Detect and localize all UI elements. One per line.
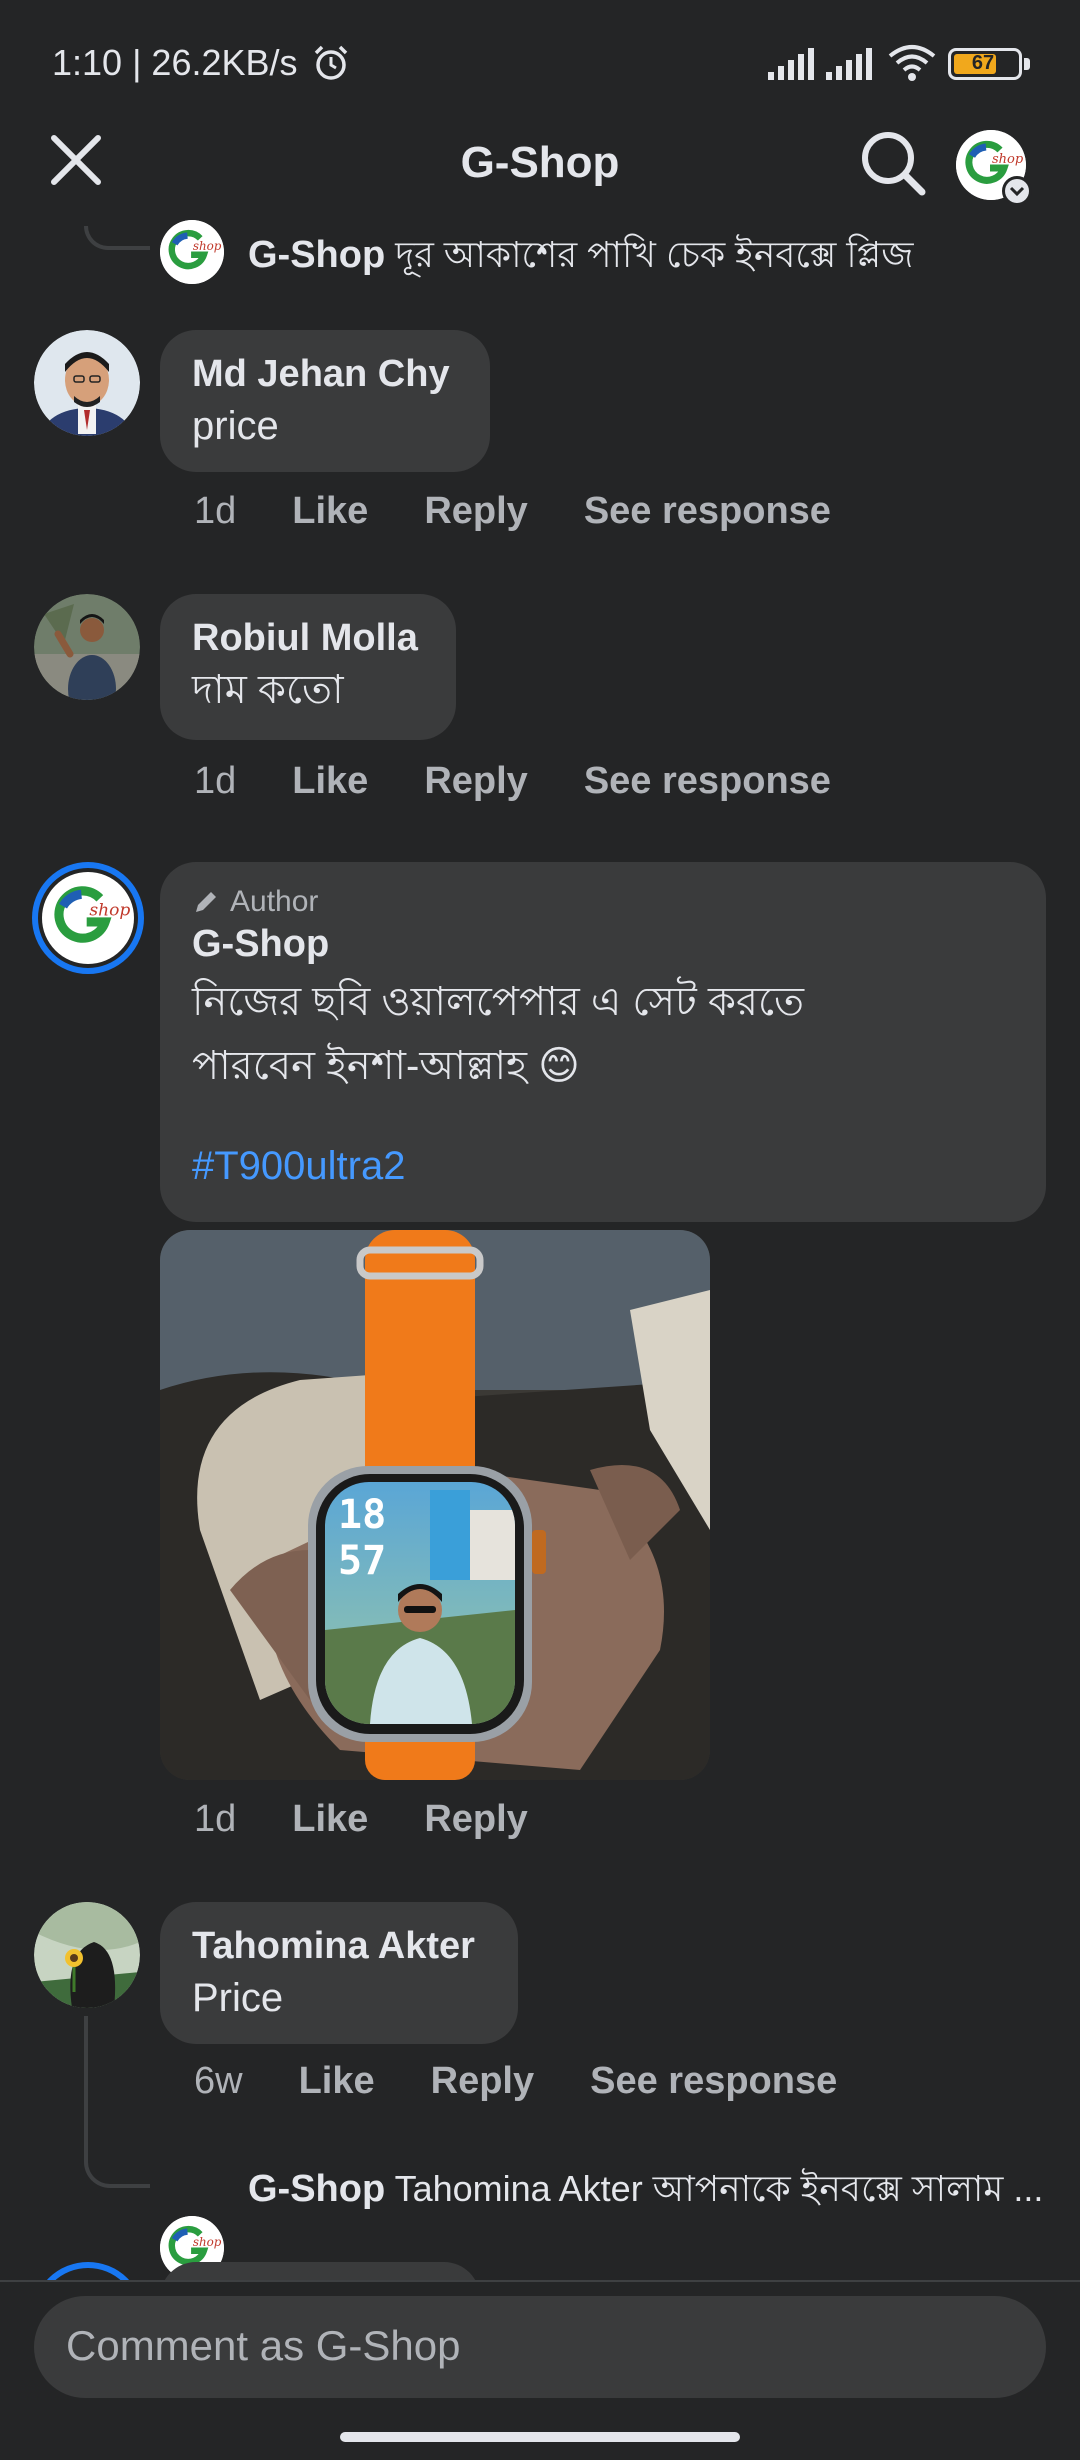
search-icon[interactable]	[858, 128, 928, 198]
comment-author[interactable]: Md Jehan Chy	[192, 350, 458, 398]
like-button[interactable]: Like	[292, 760, 368, 803]
reply-connector	[84, 226, 150, 250]
like-button[interactable]: Like	[292, 1798, 368, 1841]
reply-preview[interactable]: G-Shop দূর আকাশের পাখি চেক ইনবক্সে প্লিজ	[248, 228, 913, 288]
comment-time: 6w	[194, 2060, 243, 2102]
comment-bubble[interactable]: Author G-Shop নিজের ছবি ওয়ালপেপার এ সেট…	[160, 862, 1046, 1222]
signal-icon	[826, 48, 872, 80]
reply-button[interactable]: Reply	[424, 490, 527, 533]
author-avatar[interactable]: shop	[32, 862, 144, 974]
like-button[interactable]: Like	[299, 2060, 375, 2103]
profile-switcher[interactable]: shop	[956, 130, 1032, 206]
comment-author[interactable]: G-Shop	[192, 920, 1014, 968]
battery-nub	[1024, 58, 1030, 70]
comment-bubble[interactable]: Md Jehan Chy price	[160, 330, 490, 472]
watch-time-hours: 18	[338, 1492, 386, 1538]
chevron-down-icon	[1002, 176, 1032, 206]
hashtag-link[interactable]: #T900ultra2	[192, 1138, 1014, 1194]
svg-text:shop: shop	[193, 2235, 222, 2249]
status-time: 1:10 | 26.2KB/s	[52, 42, 298, 83]
gshop-logo-icon: shop	[42, 872, 134, 964]
see-response-button[interactable]: See response	[584, 490, 831, 533]
comment-text: Price	[192, 1976, 284, 2020]
battery-indicator: 67	[948, 48, 1022, 80]
avatar[interactable]	[34, 330, 140, 436]
avatar[interactable]	[34, 1902, 140, 2008]
wifi-icon	[888, 45, 936, 81]
like-button[interactable]: Like	[292, 490, 368, 533]
battery-level: 67	[971, 52, 995, 74]
comment-text-line: পারবেন ইনশা-আল্লাহ 😊	[192, 1044, 580, 1088]
comment-actions: 1d Like Reply See response	[194, 490, 887, 533]
reply-author: G-Shop	[248, 2168, 386, 2210]
comment-time: 1d	[194, 1798, 237, 1840]
comment-photo[interactable]: 18 57	[160, 1230, 710, 1780]
signal-icon	[768, 48, 814, 80]
comment-actions: 1d Like Reply See response	[194, 760, 887, 803]
reply-connector	[84, 2016, 150, 2188]
home-indicator[interactable]	[340, 2432, 740, 2442]
svg-text:shop: shop	[992, 152, 1024, 167]
comment-text: দাম কতো	[192, 668, 344, 712]
comment-actions: 6w Like Reply See response	[194, 2060, 893, 2103]
comment-bubble[interactable]: Robiul Molla দাম কতো	[160, 594, 456, 740]
svg-text:shop: shop	[89, 900, 130, 920]
comment-time: 1d	[194, 760, 237, 802]
comment-bubble[interactable]: Tahomina Akter Price	[160, 1902, 518, 2044]
see-response-button[interactable]: See response	[584, 760, 831, 803]
avatar[interactable]	[34, 594, 140, 700]
watch-time-minutes: 57	[338, 1538, 386, 1584]
author-badge: Author	[192, 884, 1014, 920]
comment-text: price	[192, 404, 279, 448]
author-badge-label: Author	[230, 885, 319, 918]
comment-author[interactable]: Tahomina Akter	[192, 1922, 486, 1970]
comment-text-line: নিজের ছবি ওয়ালপেপার এ সেট করতে	[192, 980, 805, 1024]
comment-input-placeholder: Comment as G-Shop	[66, 2322, 461, 2369]
comment-author[interactable]: Robiul Molla	[192, 614, 424, 662]
reply-preview[interactable]: G-Shop Tahomina Akter আপনাকে ইনবক্সে সাল…	[248, 2162, 1048, 2222]
reply-button[interactable]: Reply	[424, 1798, 527, 1841]
svg-text:shop: shop	[193, 239, 222, 253]
reply-author: G-Shop	[248, 234, 386, 276]
reply-button[interactable]: Reply	[424, 760, 527, 803]
comment-time: 1d	[194, 490, 237, 532]
reply-text: দূর আকাশের পাখি চেক ইনবক্সে প্লিজ	[395, 234, 914, 275]
alarm-icon	[314, 45, 348, 80]
see-response-button[interactable]: See response	[590, 2060, 837, 2103]
reply-text: Tahomina Akter আপনাকে ইনবক্সে সালাম ...	[394, 2168, 1044, 2209]
reply-button[interactable]: Reply	[431, 2060, 534, 2103]
comment-actions: 1d Like Reply	[194, 1798, 584, 1841]
reply-avatar: shop	[160, 220, 224, 284]
gshop-logo-icon: shop	[160, 220, 224, 284]
pencil-icon	[196, 892, 216, 912]
